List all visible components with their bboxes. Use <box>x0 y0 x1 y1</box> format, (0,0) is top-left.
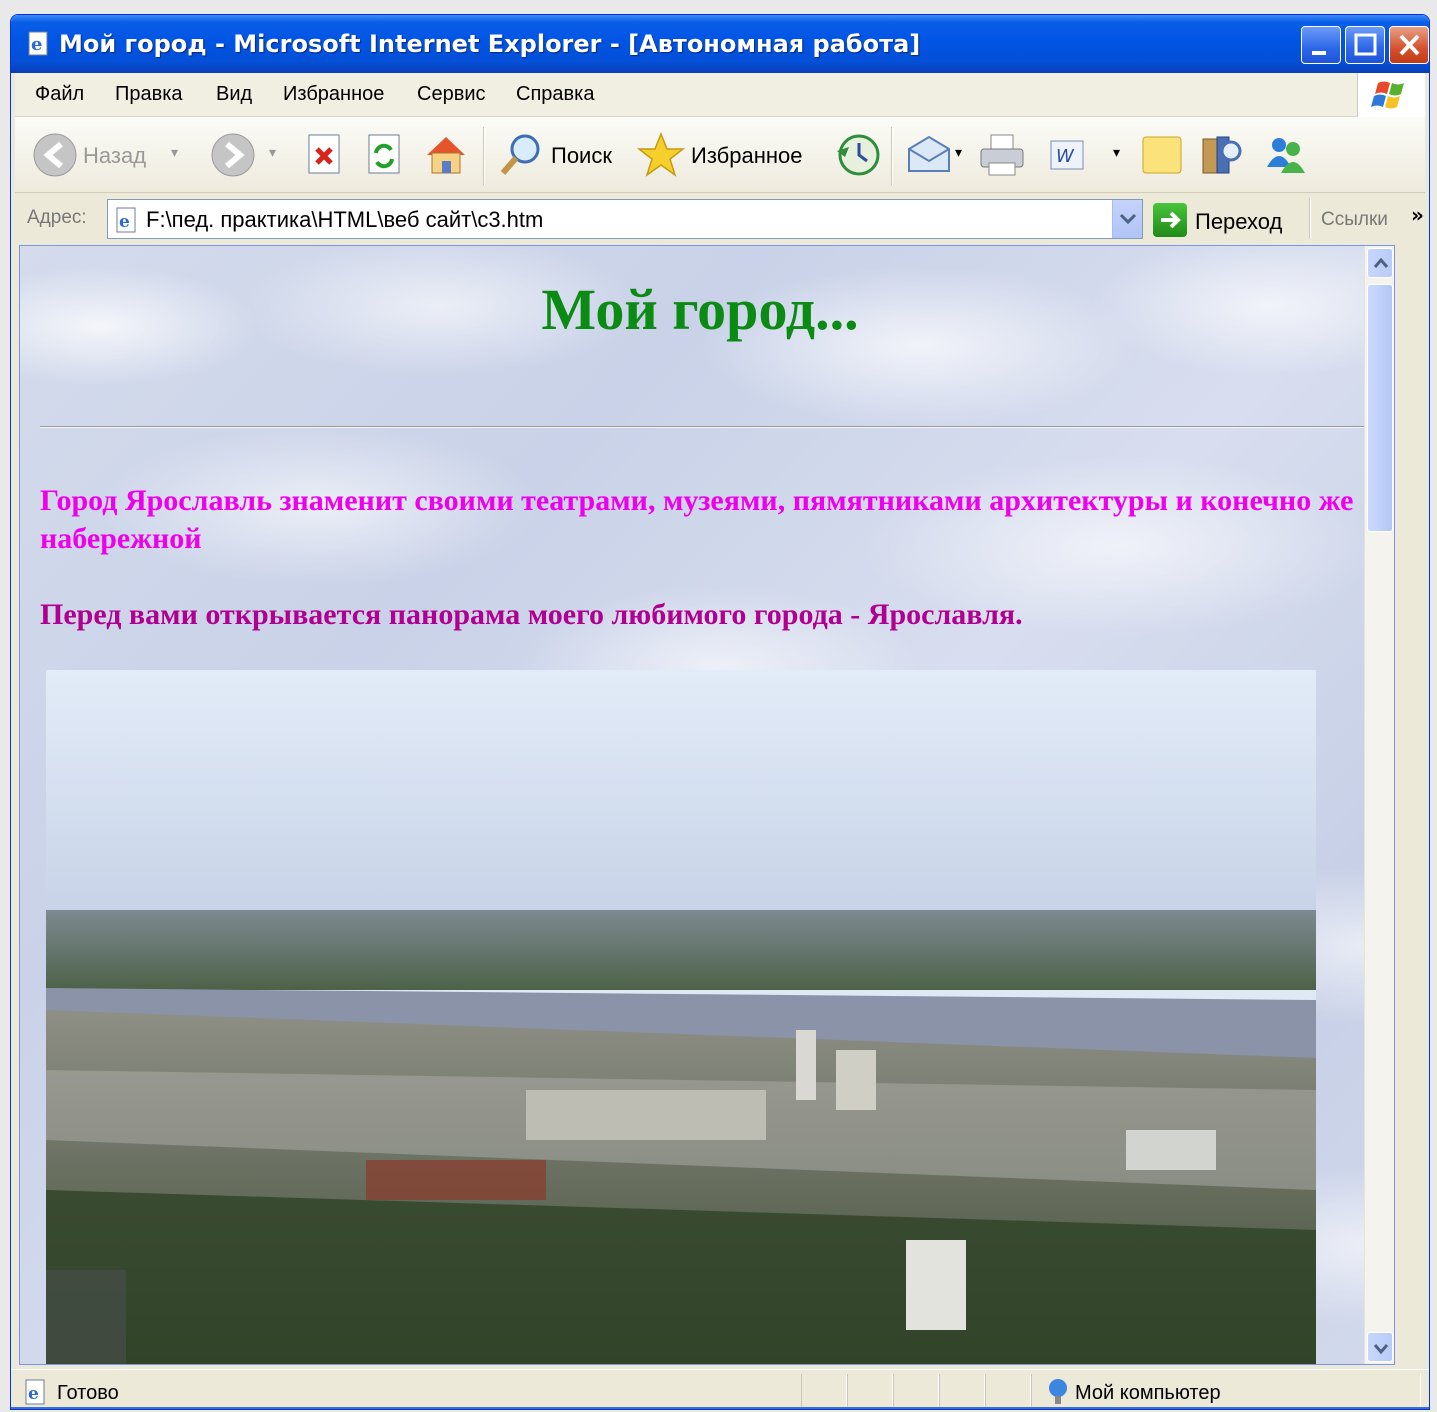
address-label: Адрес: <box>27 207 87 228</box>
edit-button[interactable]: W ▾ <box>1047 131 1131 179</box>
search-magnifier-icon <box>500 134 540 175</box>
status-cell <box>985 1374 1031 1408</box>
minimize-icon <box>1312 51 1326 55</box>
go-arrow-icon <box>1153 203 1187 237</box>
scroll-up-button[interactable] <box>1367 248 1393 278</box>
svg-text:e: e <box>31 34 42 55</box>
menu-file[interactable]: Файл <box>35 83 84 106</box>
favorites-star-icon <box>636 131 686 177</box>
print-button[interactable] <box>977 131 1027 179</box>
window-bottom-border <box>11 1407 1429 1409</box>
go-button[interactable]: Переход <box>1153 201 1303 237</box>
mail-button[interactable]: ▾ <box>905 131 967 179</box>
browser-window: e Мой город - Microsoft Internet Explore… <box>10 14 1430 1410</box>
stop-button[interactable] <box>303 131 347 179</box>
windows-logo-icon <box>1357 73 1425 117</box>
research-icon <box>1202 136 1242 174</box>
svg-text:W: W <box>1056 146 1075 167</box>
menu-edit[interactable]: Правка <box>115 83 183 106</box>
status-cell <box>939 1374 985 1408</box>
city-panorama-image <box>46 670 1316 1364</box>
toolbar-separator <box>891 127 893 185</box>
go-label: Переход <box>1195 209 1283 234</box>
chevron-down-icon <box>1373 1344 1389 1355</box>
minimize-button[interactable] <box>1301 26 1341 64</box>
horizontal-rule <box>40 426 1378 428</box>
history-icon <box>837 134 880 176</box>
toolbar-separator <box>483 127 485 185</box>
chevron-down-icon <box>1119 213 1137 225</box>
svg-text:e: e <box>28 1384 39 1404</box>
stop-icon <box>308 134 340 174</box>
address-bar: Адрес: e F:\пед. практика\HTML\веб сайт\… <box>15 193 1425 243</box>
mail-icon <box>908 135 950 172</box>
ie-page-icon: e <box>25 1379 45 1405</box>
home-icon <box>427 137 465 174</box>
menu-tools[interactable]: Сервис <box>417 83 486 106</box>
refresh-button[interactable] <box>363 131 407 179</box>
research-button[interactable] <box>1197 131 1247 179</box>
scroll-down-button[interactable] <box>1367 1332 1393 1362</box>
print-icon <box>980 134 1024 176</box>
forward-dropdown-icon[interactable]: ▾ <box>269 145 276 161</box>
svg-text:e: e <box>119 212 130 232</box>
ie-page-icon: e <box>116 207 136 233</box>
favorites-button[interactable]: Избранное <box>636 131 823 179</box>
back-label: Назад <box>83 143 147 168</box>
ie-page-icon: e <box>28 31 48 56</box>
maximize-button[interactable] <box>1345 26 1385 64</box>
search-label: Поиск <box>551 143 612 168</box>
address-url: F:\пед. практика\HTML\веб сайт\c3.htm <box>146 207 544 232</box>
intro-paragraph: Город Ярославль знаменит своими театрами… <box>40 484 1354 555</box>
messenger-button[interactable] <box>1261 131 1311 179</box>
edit-dropdown-icon[interactable]: ▾ <box>1113 145 1120 161</box>
menu-favorites[interactable]: Избранное <box>283 83 384 106</box>
vertical-scrollbar[interactable] <box>1364 246 1394 1364</box>
standard-toolbar: Назад ▾ ▾ Поиск Избранное ▾ W ▾ <box>15 117 1425 193</box>
address-dropdown-button[interactable] <box>1112 200 1142 238</box>
close-button[interactable] <box>1389 26 1429 64</box>
maximize-icon <box>1354 33 1377 56</box>
back-button[interactable]: Назад ▾ <box>31 131 181 179</box>
status-cell <box>801 1374 847 1408</box>
page-content: Мой город... Город Ярославль знаменит св… <box>19 245 1395 1365</box>
mail-dropdown-icon[interactable]: ▾ <box>955 145 962 161</box>
computer-zone-icon <box>1049 1379 1067 1404</box>
security-zone-text: Мой компьютер <box>1075 1382 1221 1404</box>
search-button[interactable]: Поиск <box>497 131 627 179</box>
forward-arrow-icon <box>211 133 255 177</box>
close-icon <box>1399 34 1420 56</box>
menu-help[interactable]: Справка <box>516 83 594 106</box>
menu-bar: Файл Правка Вид Избранное Сервис Справка <box>15 73 1425 117</box>
panorama-caption: Перед вами открывается панорама моего лю… <box>40 598 1023 631</box>
status-cell <box>847 1374 893 1408</box>
links-chevron-icon[interactable]: » <box>1411 203 1424 227</box>
status-cell <box>893 1374 939 1408</box>
status-bar: e Готово Мой компьютер <box>11 1369 1429 1409</box>
menu-view[interactable]: Вид <box>216 83 252 106</box>
status-text: Готово <box>57 1382 119 1404</box>
address-input[interactable]: e F:\пед. практика\HTML\веб сайт\c3.htm <box>107 199 1143 239</box>
page-heading: Мой город... <box>541 277 859 342</box>
history-button[interactable] <box>833 131 883 179</box>
favorites-label: Избранное <box>691 143 803 168</box>
discuss-button[interactable] <box>1139 131 1185 179</box>
chevron-up-icon <box>1373 257 1389 268</box>
notes-icon <box>1142 136 1182 174</box>
window-title: Мой город - Microsoft Internet Explorer … <box>59 30 921 58</box>
messenger-icon <box>1267 138 1305 173</box>
toolbar-separator <box>1309 197 1311 239</box>
back-arrow-icon <box>33 133 77 177</box>
scroll-thumb[interactable] <box>1367 284 1393 532</box>
refresh-icon <box>368 134 400 174</box>
home-button[interactable] <box>421 131 471 179</box>
word-edit-icon: W <box>1050 140 1084 170</box>
title-bar[interactable]: e Мой город - Microsoft Internet Explore… <box>11 15 1429 73</box>
forward-button[interactable]: ▾ <box>209 131 289 179</box>
back-dropdown-icon[interactable]: ▾ <box>171 145 178 161</box>
links-button[interactable]: Ссылки <box>1321 209 1388 231</box>
